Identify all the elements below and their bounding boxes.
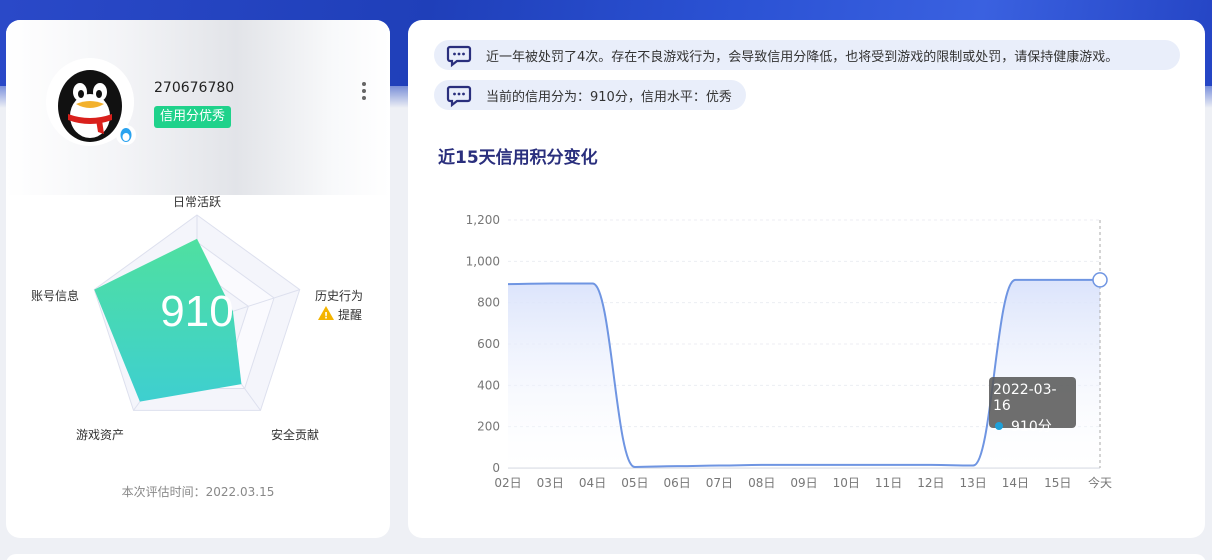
x-tick-label: 05日 [621, 476, 648, 490]
credit-level-badge: 信用分优秀 [154, 106, 232, 128]
x-tick-label: 06日 [664, 476, 691, 490]
bottom-card [6, 554, 1206, 560]
x-tick-label: 13日 [960, 476, 987, 490]
penalty-notice-text: 近一年被处罚了4次。存在不良游戏行为，会导致信用分降低，也将受到游戏的限制或处罚… [486, 49, 1119, 65]
x-tick-label: 12日 [917, 476, 944, 490]
x-tick-label: 10日 [833, 476, 860, 490]
x-tick-label: 15日 [1044, 476, 1071, 490]
profile-card: 270676780 信用分优秀 910 日常活跃 历史行为 ! 提醒 安全贡献 … [6, 20, 390, 538]
current-score-notice: 当前的信用分为：910分，信用水平：优秀 [434, 80, 746, 110]
y-tick-label: 600 [477, 337, 500, 351]
credit-radar-chart: 910 日常活跃 历史行为 ! 提醒 安全贡献 游戏资产 账号信息 [31, 195, 363, 442]
evaluation-time: 本次评估时间：2022.03.15 [121, 485, 275, 499]
current-score-text: 当前的信用分为：910分，信用水平：优秀 [486, 89, 732, 105]
y-tick-label: 200 [477, 420, 500, 434]
radar-axis-game-assets: 游戏资产 [76, 428, 124, 442]
y-tick-label: 1,200 [466, 213, 500, 227]
x-tick-label: 02日 [494, 476, 521, 490]
qq-badge-icon [120, 128, 132, 142]
history-warning[interactable]: ! 提醒 [318, 306, 362, 322]
history-warning-label: 提醒 [338, 307, 362, 322]
user-id: 270676780 [154, 80, 235, 96]
x-tick-label: 14日 [1002, 476, 1029, 490]
y-tick-label: 0 [492, 461, 500, 475]
tooltip-value: 910分 [1011, 419, 1052, 435]
penalty-notice: 近一年被处罚了4次。存在不良游戏行为，会导致信用分降低，也将受到游戏的限制或处罚… [434, 40, 1180, 70]
radar-axis-account-info: 账号信息 [31, 288, 79, 303]
radar-axis-history: 历史行为 [315, 289, 363, 303]
chart-title: 近15天信用积分变化 [438, 148, 598, 168]
radar-axis-security: 安全贡献 [271, 427, 319, 442]
credit-score: 910 [160, 287, 233, 336]
message-icon [446, 85, 472, 108]
x-tick-label: 07日 [706, 476, 733, 490]
more-options-icon[interactable] [360, 82, 368, 104]
y-tick-label: 1,000 [466, 254, 500, 268]
chart-tooltip: 2022-03-16 910分 [989, 377, 1076, 435]
qq-verified-badge [116, 125, 136, 145]
y-tick-label: 800 [477, 296, 500, 310]
radar-axis-daily-activity: 日常活跃 [173, 195, 221, 209]
svg-text:!: ! [324, 312, 328, 322]
hover-data-point[interactable] [1092, 272, 1108, 288]
y-tick-label: 400 [477, 378, 500, 392]
credit-detail-card: 近一年被处罚了4次。存在不良游戏行为，会导致信用分降低，也将受到游戏的限制或处罚… [408, 20, 1205, 538]
series-area [508, 279, 1100, 468]
x-tick-label: 11日 [875, 476, 902, 490]
x-tick-label: 03日 [537, 476, 564, 490]
message-icon [446, 45, 472, 68]
credit-trend-chart[interactable]: 0 200 400 600 800 1,000 1,200 02日 03日 04日 05日 06日 0… [408, 180, 1205, 500]
x-tick-label: 09日 [790, 476, 817, 490]
tooltip-series-dot [995, 422, 1003, 430]
x-tick-label: 08日 [748, 476, 775, 490]
tooltip-date: 2022-03-16 [993, 382, 1057, 414]
x-tick-label: 今天 [1088, 475, 1112, 490]
x-tick-label: 04日 [579, 476, 606, 490]
